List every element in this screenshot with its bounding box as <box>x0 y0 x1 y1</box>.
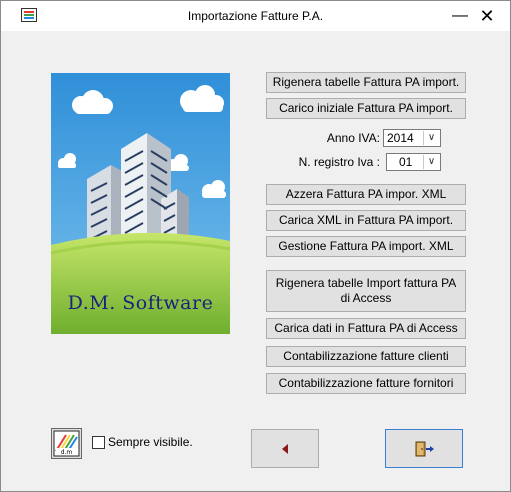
carica-xml-button[interactable]: Carica XML in Fattura PA import. <box>266 210 466 231</box>
sempre-visibile-label: Sempre visibile. <box>108 435 193 449</box>
anno-iva-value: 2014 <box>387 131 414 145</box>
app-logo-icon: d.m <box>53 430 80 457</box>
company-logo-image: D.M. Software <box>51 73 230 334</box>
contab-fornitori-button[interactable]: Contabilizzazione fatture fornitori <box>266 373 466 394</box>
sempre-visibile-checkbox[interactable] <box>92 436 105 449</box>
rigenera-access-button[interactable]: Rigenera tabelle Import fattura PA di Ac… <box>266 270 466 312</box>
exit-door-icon <box>415 441 434 456</box>
carico-iniziale-button[interactable]: Carico iniziale Fattura PA import. <box>266 98 466 119</box>
gestione-button[interactable]: Gestione Fattura PA import. XML <box>266 236 466 257</box>
svg-text:d.m: d.m <box>61 449 73 456</box>
exit-button[interactable] <box>385 429 463 468</box>
logo-text: D.M. Software <box>67 292 214 314</box>
anno-iva-select[interactable]: 2014 ∨ <box>383 129 441 147</box>
chevron-down-icon[interactable]: ∨ <box>423 131 439 145</box>
registro-iva-label: N. registro Iva : <box>298 155 380 169</box>
close-button[interactable]: ✕ <box>473 4 501 28</box>
chevron-down-icon[interactable]: ∨ <box>423 155 439 169</box>
registro-iva-select[interactable]: 01 ∨ <box>386 153 441 171</box>
window-title: Importazione Fatture P.A. <box>187 9 324 23</box>
triangle-left-icon <box>282 443 288 454</box>
contab-clienti-button[interactable]: Contabilizzazione fatture clienti <box>266 346 466 367</box>
registro-iva-value: 01 <box>399 155 413 169</box>
anno-iva-label: Anno IVA: <box>326 131 380 145</box>
carica-access-button[interactable]: Carica dati in Fattura PA di Access <box>266 318 466 339</box>
azzera-button[interactable]: Azzera Fattura PA impor. XML <box>266 184 466 205</box>
rigenera-tabelle-button[interactable]: Rigenera tabelle Fattura PA import. <box>266 72 466 93</box>
minimize-button[interactable]: — <box>446 4 474 28</box>
back-button[interactable] <box>251 429 319 468</box>
about-button[interactable]: d.m <box>51 428 82 459</box>
title-bar[interactable]: Importazione Fatture P.A. — ✕ <box>1 1 510 31</box>
